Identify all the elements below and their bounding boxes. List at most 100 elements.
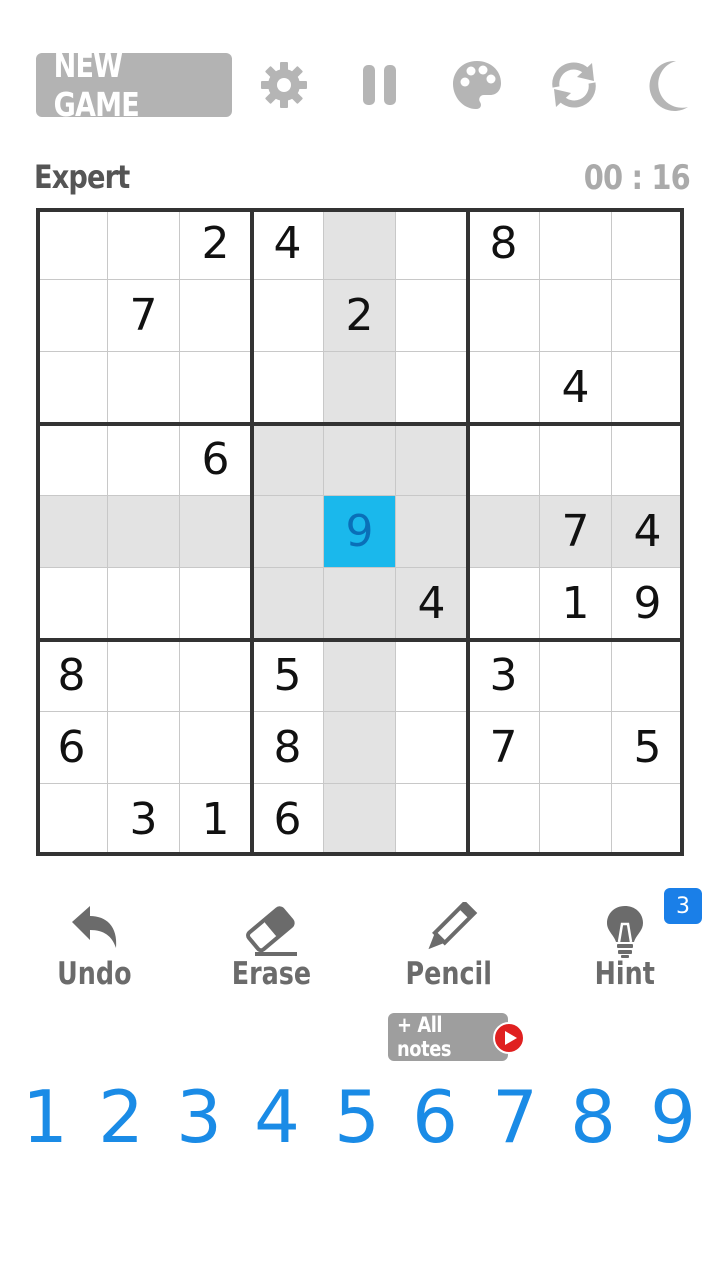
board-cell[interactable] [540, 280, 612, 352]
board-cell[interactable] [396, 496, 468, 568]
board-cell[interactable]: 8 [36, 640, 108, 712]
board-cell[interactable] [180, 352, 252, 424]
board-cell[interactable]: 4 [396, 568, 468, 640]
board-cell[interactable] [36, 280, 108, 352]
board-cell[interactable] [612, 280, 684, 352]
numpad-digit-2[interactable]: 2 [86, 1072, 156, 1162]
pause-icon[interactable] [352, 57, 408, 113]
board-cell[interactable]: 6 [36, 712, 108, 784]
board-cell[interactable] [396, 352, 468, 424]
board-cell[interactable]: 7 [468, 712, 540, 784]
board-cell[interactable] [180, 568, 252, 640]
board-cell[interactable] [612, 352, 684, 424]
board-cell[interactable] [108, 352, 180, 424]
board-cell[interactable] [396, 784, 468, 856]
board-cell[interactable] [36, 784, 108, 856]
board-cell[interactable]: 3 [468, 640, 540, 712]
refresh-icon[interactable] [546, 57, 602, 113]
board-cell[interactable] [36, 424, 108, 496]
board-cell[interactable] [468, 352, 540, 424]
board-cell[interactable]: 7 [108, 280, 180, 352]
board-cell[interactable] [108, 640, 180, 712]
board-cell[interactable]: 6 [252, 784, 324, 856]
board-cell[interactable] [36, 496, 108, 568]
board-cell[interactable] [108, 712, 180, 784]
numpad-digit-8[interactable]: 8 [558, 1072, 628, 1162]
undo-button[interactable]: Undo [29, 898, 159, 1008]
board-cell[interactable] [540, 640, 612, 712]
board-cell[interactable]: 9 [612, 568, 684, 640]
board-cell[interactable] [396, 640, 468, 712]
board-cell[interactable] [612, 424, 684, 496]
board-cell[interactable] [324, 208, 396, 280]
board-cell[interactable] [468, 280, 540, 352]
board-cell[interactable]: 2 [180, 208, 252, 280]
board-cell[interactable] [540, 784, 612, 856]
board-cell[interactable]: 5 [252, 640, 324, 712]
board-cell[interactable] [324, 424, 396, 496]
numpad-digit-4[interactable]: 4 [242, 1072, 312, 1162]
board-cell[interactable]: 3 [108, 784, 180, 856]
board-cell[interactable] [36, 568, 108, 640]
numpad-digit-3[interactable]: 3 [164, 1072, 234, 1162]
board-cell[interactable]: 5 [612, 712, 684, 784]
erase-button[interactable]: Erase [206, 898, 336, 1008]
board-cell[interactable] [468, 496, 540, 568]
board-cell[interactable]: 8 [252, 712, 324, 784]
board-cell[interactable] [468, 568, 540, 640]
board-cell[interactable] [468, 784, 540, 856]
board-cell[interactable] [180, 280, 252, 352]
board-cell[interactable] [108, 208, 180, 280]
board-cell[interactable] [612, 784, 684, 856]
board-cell[interactable] [180, 496, 252, 568]
board-cell[interactable] [396, 208, 468, 280]
numpad-digit-9[interactable]: 9 [638, 1072, 708, 1162]
all-notes-button[interactable]: + All notes [388, 1013, 508, 1061]
board-cell[interactable] [324, 712, 396, 784]
board-cell[interactable] [252, 496, 324, 568]
board-cell[interactable] [612, 208, 684, 280]
board-cell[interactable] [36, 208, 108, 280]
board-cell[interactable] [396, 280, 468, 352]
board-cell[interactable]: 4 [540, 352, 612, 424]
board-cell[interactable]: 9 [324, 496, 396, 568]
board-cell[interactable] [468, 424, 540, 496]
numpad-digit-5[interactable]: 5 [322, 1072, 392, 1162]
board-cell[interactable] [540, 208, 612, 280]
board-cell[interactable] [108, 496, 180, 568]
board-cell[interactable] [108, 568, 180, 640]
board-cell[interactable]: 1 [540, 568, 612, 640]
board-cell[interactable] [540, 424, 612, 496]
board-cell[interactable] [108, 424, 180, 496]
numpad-digit-7[interactable]: 7 [480, 1072, 550, 1162]
board-cell[interactable]: 2 [324, 280, 396, 352]
numpad-digit-1[interactable]: 1 [10, 1072, 80, 1162]
numpad-digit-6[interactable]: 6 [400, 1072, 470, 1162]
board-cell[interactable] [324, 784, 396, 856]
moon-icon[interactable] [640, 57, 696, 113]
board-cell[interactable]: 4 [612, 496, 684, 568]
board-cell[interactable]: 8 [468, 208, 540, 280]
board-cell[interactable] [180, 712, 252, 784]
board-cell[interactable] [612, 640, 684, 712]
board-cell[interactable] [324, 568, 396, 640]
board-cell[interactable]: 6 [180, 424, 252, 496]
board-cell[interactable] [396, 424, 468, 496]
board-cell[interactable]: 1 [180, 784, 252, 856]
board-cell[interactable] [252, 568, 324, 640]
new-game-button[interactable]: NEW GAME [36, 46, 232, 124]
board-cell[interactable] [252, 424, 324, 496]
board-cell[interactable]: 4 [252, 208, 324, 280]
board-cell[interactable] [396, 712, 468, 784]
board-cell[interactable] [180, 640, 252, 712]
gear-icon[interactable] [256, 57, 312, 113]
board-cell[interactable] [252, 352, 324, 424]
board-cell[interactable] [36, 352, 108, 424]
palette-icon[interactable] [449, 57, 505, 113]
board-cell[interactable] [324, 352, 396, 424]
board-cell[interactable] [324, 640, 396, 712]
board-cell[interactable]: 7 [540, 496, 612, 568]
board-cell[interactable] [252, 280, 324, 352]
pencil-button[interactable]: Pencil [384, 898, 514, 1008]
board-cell[interactable] [540, 712, 612, 784]
